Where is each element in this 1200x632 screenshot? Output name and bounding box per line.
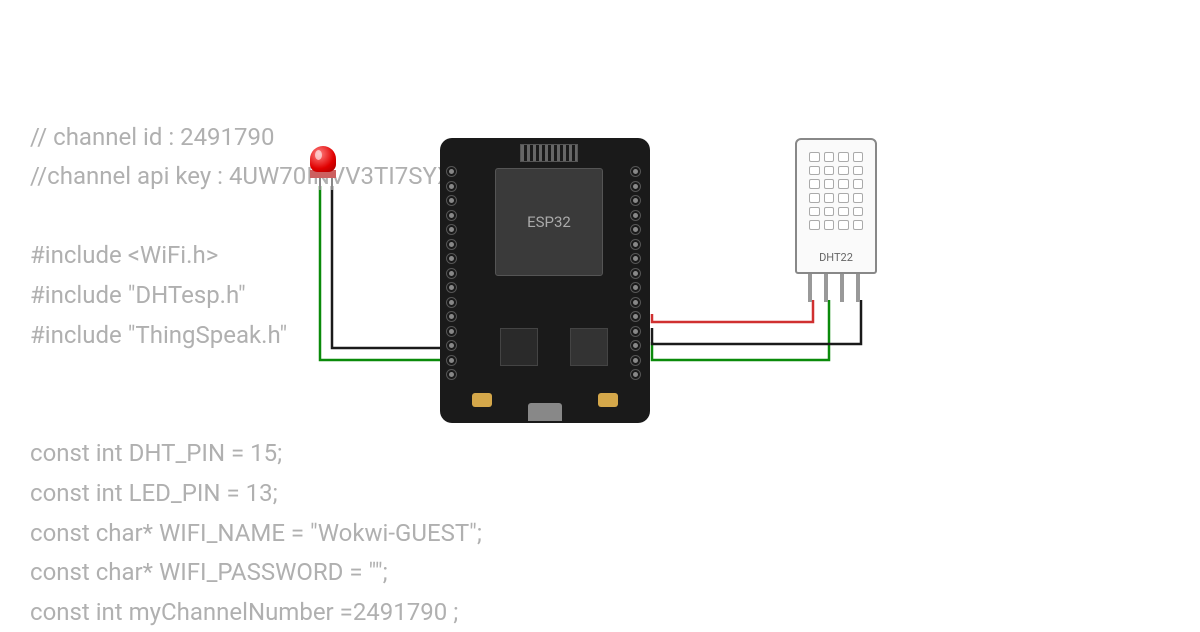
pin[interactable] (630, 326, 641, 337)
dht22-label: DHT22 (797, 251, 875, 264)
pin[interactable] (630, 195, 641, 206)
pin[interactable] (630, 340, 641, 351)
grille-slot (824, 179, 835, 189)
grille-slot (838, 207, 849, 217)
wire-dht-data (652, 300, 829, 360)
regulator-chip (500, 328, 538, 366)
grille-slot (853, 220, 864, 230)
grille-slot (838, 193, 849, 203)
pin[interactable] (446, 355, 457, 366)
usb-serial-chip (570, 328, 608, 366)
wire-led-anode (320, 186, 448, 360)
dht-pin-vcc[interactable] (808, 274, 812, 302)
pin[interactable] (446, 369, 457, 380)
pin[interactable] (630, 210, 641, 221)
dht22-sensor[interactable]: DHT22 (795, 138, 877, 274)
pin[interactable] (446, 311, 457, 322)
grille-slot (824, 220, 835, 230)
pin[interactable] (446, 181, 457, 192)
led-bulb (310, 146, 336, 172)
grille-slot (809, 179, 820, 189)
grille-slot (809, 207, 820, 217)
esp32-label: ESP32 (527, 213, 571, 231)
grille-slot (838, 220, 849, 230)
pin-header-right (630, 166, 644, 380)
pin[interactable] (446, 282, 457, 293)
en-button[interactable] (472, 393, 492, 407)
pin[interactable] (446, 340, 457, 351)
pin[interactable] (446, 166, 457, 177)
grille-slot (853, 166, 864, 176)
wire-dht-vcc (652, 300, 813, 322)
pin[interactable] (630, 297, 641, 308)
pin[interactable] (630, 369, 641, 380)
pin[interactable] (446, 210, 457, 221)
esp32-board[interactable]: ESP32 (440, 138, 650, 423)
pin[interactable] (446, 253, 457, 264)
pin[interactable] (446, 224, 457, 235)
pin[interactable] (630, 181, 641, 192)
dht-pin-sda[interactable] (824, 274, 828, 302)
pin[interactable] (630, 224, 641, 235)
grille-slot (838, 152, 849, 162)
dht22-grille (809, 152, 863, 230)
grille-slot (853, 193, 864, 203)
pin[interactable] (630, 253, 641, 264)
grille-slot (853, 207, 864, 217)
pin[interactable] (446, 195, 457, 206)
pin[interactable] (446, 239, 457, 250)
pin[interactable] (446, 326, 457, 337)
pin[interactable] (630, 355, 641, 366)
pin[interactable] (446, 268, 457, 279)
grille-slot (824, 166, 835, 176)
grille-slot (824, 193, 835, 203)
usb-port (528, 403, 562, 421)
pin-header-left (446, 166, 460, 380)
grille-slot (809, 152, 820, 162)
boot-button[interactable] (598, 393, 618, 407)
pin[interactable] (446, 297, 457, 308)
grille-slot (824, 207, 835, 217)
grille-slot (809, 193, 820, 203)
grille-slot (853, 152, 864, 162)
dht-pin-nc[interactable] (840, 274, 844, 302)
grille-slot (838, 179, 849, 189)
grille-slot (809, 220, 820, 230)
pin[interactable] (630, 311, 641, 322)
grille-slot (838, 166, 849, 176)
grille-slot (824, 152, 835, 162)
esp32-chip: ESP32 (495, 168, 603, 276)
grille-slot (809, 166, 820, 176)
pin[interactable] (630, 268, 641, 279)
pin[interactable] (630, 282, 641, 293)
pin[interactable] (630, 166, 641, 177)
dht-pin-gnd[interactable] (856, 274, 860, 302)
led-glare-icon (315, 150, 322, 160)
led-red[interactable] (310, 146, 340, 188)
dht22-pins (808, 274, 860, 302)
esp32-antenna (520, 144, 578, 162)
pin[interactable] (630, 239, 641, 250)
grille-slot (853, 179, 864, 189)
